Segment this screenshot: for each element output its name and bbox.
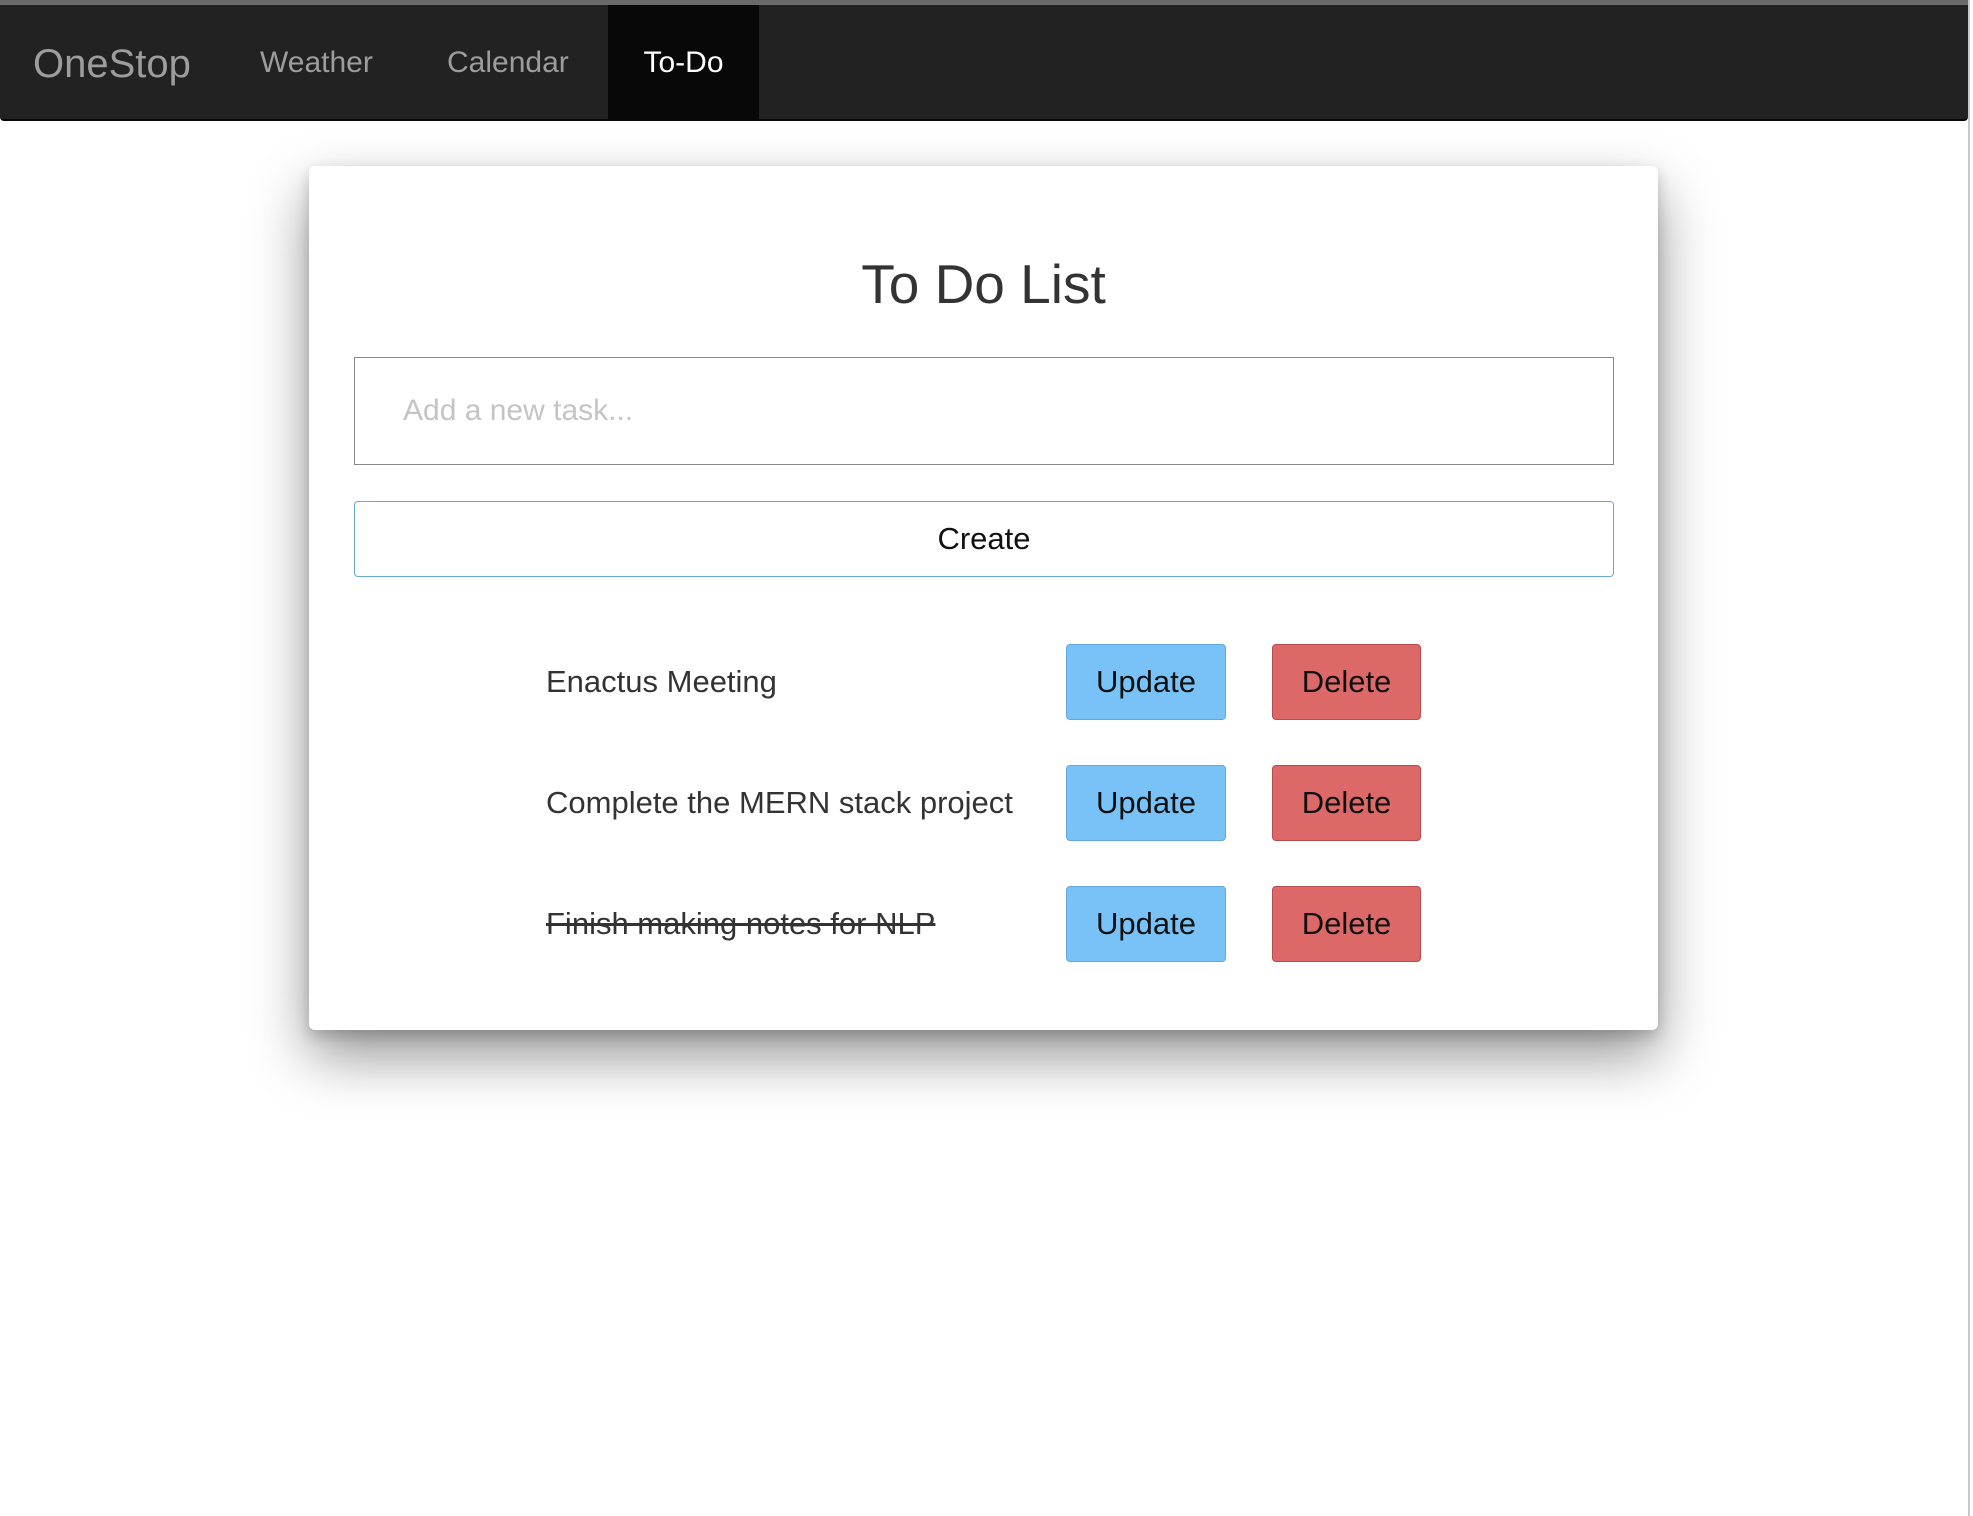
page-title: To Do List [861,253,1106,315]
update-button[interactable]: Update [1066,765,1226,841]
update-button[interactable]: Update [1066,886,1226,962]
brand-logo-link[interactable]: OneStop [33,41,191,87]
window-right-edge [1968,0,1970,1516]
todo-card: To Do List Create Enactus Meeting Update… [309,166,1658,1030]
delete-button[interactable]: Delete [1272,765,1421,841]
new-task-input[interactable] [354,357,1614,465]
nav-item-calendar[interactable]: Calendar [413,5,603,121]
delete-button[interactable]: Delete [1272,886,1421,962]
page-viewport: OneStop Weather Calendar To-Do To Do Lis… [0,0,1968,1516]
task-item-text-completed[interactable]: Finish making notes for NLP [546,904,935,944]
task-item-text: Complete the MERN stack project [546,785,1013,820]
task-item-text: Enactus Meeting [546,664,777,699]
create-button[interactable]: Create [354,501,1614,577]
update-button[interactable]: Update [1066,644,1226,720]
nav-item-todo[interactable]: To-Do [608,5,759,121]
nav-item-weather[interactable]: Weather [226,5,407,121]
delete-button[interactable]: Delete [1272,644,1421,720]
